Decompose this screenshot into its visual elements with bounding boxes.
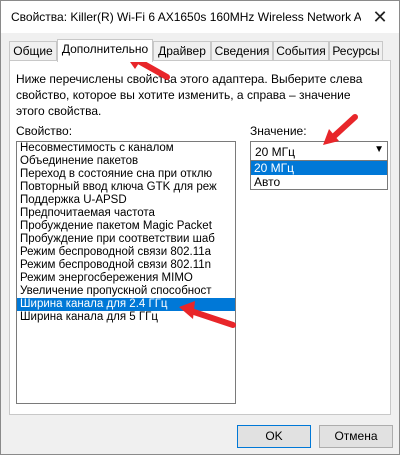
list-item[interactable]: Поддержка U-APSD	[17, 194, 235, 207]
tab-general[interactable]: Общие	[9, 41, 57, 61]
list-item[interactable]: Режим беспроводной связи 802.11a	[17, 246, 235, 259]
list-item[interactable]: Повторный ввод ключа GTK для реж	[17, 181, 235, 194]
panel-description: Ниже перечислены свойства этого адаптера…	[16, 72, 363, 118]
dropdown-option[interactable]: Авто	[251, 175, 387, 189]
close-icon[interactable]: ✕	[365, 3, 395, 31]
cancel-button[interactable]: Отмена	[319, 425, 393, 448]
tab-bar: Общие Дополнительно Драйвер Сведения Соб…	[9, 39, 389, 62]
title-bar: Свойства: Killer(R) Wi-Fi 6 AX1650s 160M…	[1, 1, 399, 33]
list-item[interactable]: Пробуждение пакетом Magic Packet	[17, 220, 235, 233]
tab-events[interactable]: События	[273, 41, 329, 61]
properties-dialog: Свойства: Killer(R) Wi-Fi 6 AX1650s 160M…	[0, 0, 400, 455]
value-dropdown-list[interactable]: 20 МГц Авто	[250, 160, 388, 190]
tab-resources[interactable]: Ресурсы	[329, 41, 383, 61]
combo-value: 20 МГц	[255, 145, 296, 159]
annotation-arrow	[179, 301, 236, 328]
list-item[interactable]: Несовместимость с каналом	[17, 142, 235, 155]
list-item[interactable]: Предпочитаемая частота	[17, 207, 235, 220]
list-item[interactable]: Переход в состояние сна при отклю	[17, 168, 235, 181]
chevron-down-icon[interactable]: ▼	[374, 144, 384, 155]
dropdown-option-selected[interactable]: 20 МГц	[251, 161, 387, 175]
list-item[interactable]: Режим беспроводной связи 802.11n	[17, 259, 235, 272]
list-item[interactable]: Режим энергосбережения MIMO	[17, 272, 235, 285]
tab-details[interactable]: Сведения	[211, 41, 273, 61]
ok-button[interactable]: OK	[237, 425, 311, 448]
property-label: Свойство:	[16, 124, 73, 138]
value-label: Значение:	[250, 124, 307, 138]
window-title: Свойства: Killer(R) Wi-Fi 6 AX1650s 160M…	[11, 10, 361, 24]
list-item[interactable]: Объединение пакетов	[17, 155, 235, 168]
tab-advanced[interactable]: Дополнительно	[57, 39, 153, 62]
annotation-arrow	[323, 114, 358, 145]
property-list[interactable]: Несовместимость с каналом Объединение па…	[16, 141, 236, 404]
list-item[interactable]: Пробуждение при соответствии шаб	[17, 233, 235, 246]
list-item[interactable]: Увеличение пропускной способност	[17, 285, 235, 298]
